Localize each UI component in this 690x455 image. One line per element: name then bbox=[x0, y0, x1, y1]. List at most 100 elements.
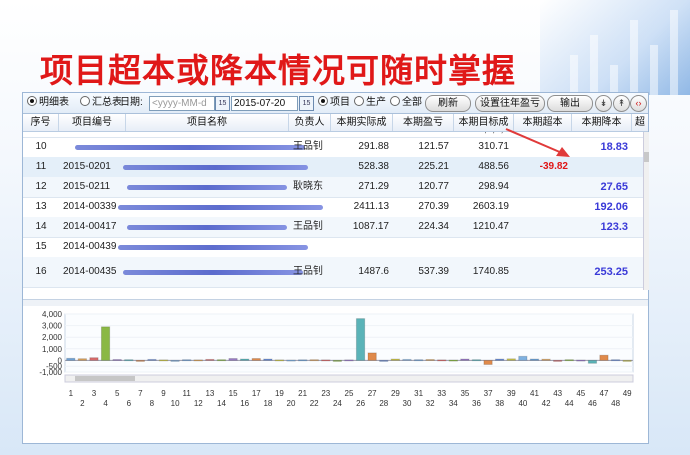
x-tick-label: 1 bbox=[69, 389, 74, 398]
x-tick-label: 30 bbox=[403, 399, 412, 408]
column-header[interactable]: 序号 bbox=[23, 114, 59, 131]
x-tick-label: 2 bbox=[80, 399, 85, 408]
table-row[interactable]: 13 2014-00339 2411.13 270.39 2603.19 192… bbox=[23, 197, 643, 218]
x-tick-label: 4 bbox=[103, 399, 108, 408]
table-row[interactable]: 15 2014-00439 bbox=[23, 237, 643, 258]
table-row[interactable]: 14 2014-00417 王品钊 1087.17 224.34 1210.47… bbox=[23, 217, 643, 238]
set-prior-year-profit-button[interactable]: 设置往年盈亏 bbox=[475, 95, 545, 112]
y-tick-label: -1,000 bbox=[39, 368, 62, 377]
chart-bar bbox=[147, 358, 157, 361]
chart-bar bbox=[483, 359, 493, 366]
radio-dot-icon bbox=[390, 96, 400, 106]
x-tick-label: 9 bbox=[161, 389, 166, 398]
chart-bar bbox=[390, 358, 401, 361]
collapse-up-icon[interactable]: ↟ bbox=[613, 95, 630, 112]
radio-production[interactable]: 生产 bbox=[354, 96, 386, 110]
x-tick-label: 20 bbox=[287, 399, 296, 408]
x-tick-label: 5 bbox=[115, 389, 120, 398]
x-tick-label: 40 bbox=[518, 399, 527, 408]
chart-bar bbox=[622, 359, 632, 362]
x-tick-label: 48 bbox=[611, 399, 620, 408]
column-header[interactable]: 本期实际成 bbox=[331, 114, 393, 131]
scroll-thumb bbox=[75, 376, 135, 381]
x-tick-label: 45 bbox=[576, 389, 585, 398]
header-decoration bbox=[540, 0, 690, 95]
refresh-button[interactable]: 刷新 bbox=[425, 95, 471, 112]
chart-bar bbox=[112, 359, 122, 361]
column-header[interactable]: 项目编号 bbox=[59, 114, 126, 131]
x-tick-label: 16 bbox=[240, 399, 249, 408]
redaction-scribble bbox=[118, 205, 323, 210]
chart-bar bbox=[309, 359, 319, 362]
x-tick-label: 26 bbox=[356, 399, 365, 408]
y-tick-label: 1,000 bbox=[42, 345, 63, 354]
chart-bar bbox=[274, 359, 285, 362]
calendar-icon[interactable]: 15 bbox=[215, 96, 230, 111]
chart-bar bbox=[251, 358, 261, 361]
column-header[interactable]: 本期盈亏 bbox=[393, 114, 454, 131]
radio-dot-icon bbox=[27, 96, 37, 106]
date-to-input[interactable]: 2015-07-20 bbox=[231, 96, 298, 111]
x-tick-label: 7 bbox=[138, 389, 143, 398]
x-tick-label: 6 bbox=[127, 399, 132, 408]
y-tick-label: 4,000 bbox=[42, 310, 63, 319]
chart-bar bbox=[413, 359, 424, 362]
x-tick-label: 18 bbox=[263, 399, 272, 408]
x-tick-label: 29 bbox=[391, 389, 400, 398]
chart-bar bbox=[240, 358, 250, 361]
chart-bar bbox=[263, 358, 273, 361]
chart-bar bbox=[541, 358, 551, 361]
code-toggle-icon[interactable]: ‹› bbox=[630, 95, 647, 112]
callout-arrow bbox=[505, 128, 570, 157]
chart-bar bbox=[228, 358, 238, 361]
x-tick-label: 36 bbox=[472, 399, 481, 408]
chart-bar bbox=[355, 318, 366, 361]
chart-bar bbox=[402, 358, 412, 361]
x-tick-label: 46 bbox=[588, 399, 597, 408]
chart-bar bbox=[89, 357, 99, 361]
radio-summary[interactable]: 汇总表 bbox=[80, 96, 122, 110]
chart-bar bbox=[286, 359, 296, 362]
date-from-input[interactable]: <yyyy-MM-d bbox=[149, 96, 215, 111]
x-tick-label: 47 bbox=[600, 389, 609, 398]
radio-detail[interactable]: 明细表 bbox=[27, 96, 69, 110]
chart-bar bbox=[170, 359, 180, 362]
vertical-scrollbar[interactable] bbox=[643, 132, 649, 290]
y-tick-label: 3,000 bbox=[42, 322, 63, 331]
chart-bar bbox=[216, 359, 227, 362]
x-tick-label: 10 bbox=[171, 399, 180, 408]
y-tick-label: 2,000 bbox=[42, 333, 63, 342]
scroll-thumb[interactable] bbox=[644, 152, 649, 162]
chart-bar bbox=[587, 359, 598, 364]
chart-bar bbox=[518, 355, 528, 361]
x-tick-label: 33 bbox=[437, 389, 446, 398]
export-button[interactable]: 输出 bbox=[547, 95, 593, 112]
radio-dot-icon bbox=[354, 96, 364, 106]
bar-chart: 4,0003,0002,0001,0000-500-1,0001 3 5 7 9 11 13… bbox=[39, 310, 634, 408]
redaction-scribble bbox=[127, 225, 287, 230]
expand-down-icon[interactable]: ↡ bbox=[595, 95, 612, 112]
chart-bar bbox=[564, 359, 574, 362]
page-headline: 项目超本或降本情况可随时掌握 bbox=[40, 51, 516, 90]
radio-project[interactable]: 项目 bbox=[318, 96, 350, 110]
column-header[interactable]: 超 bbox=[632, 114, 648, 131]
column-header[interactable]: 负责人 bbox=[289, 114, 331, 131]
x-tick-label: 37 bbox=[484, 389, 493, 398]
radio-all[interactable]: 全部 bbox=[390, 96, 422, 110]
chart-bar bbox=[321, 359, 331, 362]
chart-bar bbox=[205, 358, 215, 361]
chart-bar bbox=[379, 359, 389, 362]
chart-bar bbox=[437, 359, 447, 362]
column-header[interactable]: 项目名称 bbox=[126, 114, 289, 131]
date-label: 日期: bbox=[120, 97, 143, 108]
chart-panel: 4,000 3,000 2,000 1,000 0 -500 -1,000 1 3 5 7 9 11 13… bbox=[23, 306, 648, 443]
x-tick-label: 34 bbox=[449, 399, 458, 408]
chart-bar bbox=[66, 357, 76, 361]
redaction-scribble bbox=[123, 165, 308, 170]
table-row[interactable]: 16 2014-00435 王品钊 1487.6 537.39 1740.85 … bbox=[23, 257, 643, 288]
x-tick-label: 19 bbox=[275, 389, 284, 398]
x-tick-label: 24 bbox=[333, 399, 342, 408]
table-row[interactable]: 12 2015-0211 耿晓东 271.29 120.77 298.94 27… bbox=[23, 177, 643, 198]
x-tick-label: 11 bbox=[183, 389, 192, 398]
calendar-icon[interactable]: 15 bbox=[299, 96, 314, 111]
